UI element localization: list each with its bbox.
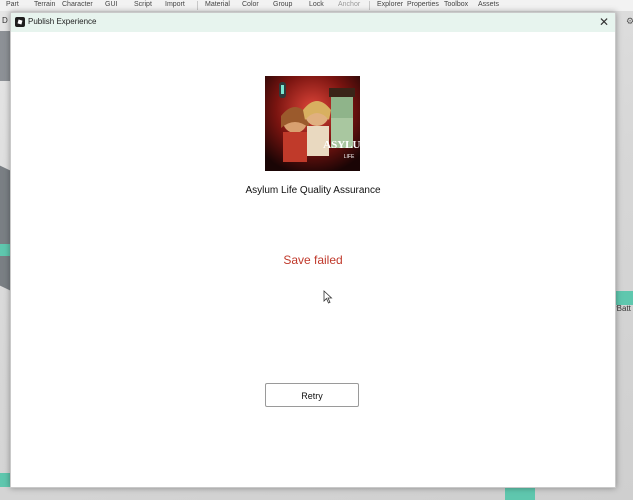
toolbar-color[interactable]: Color	[242, 1, 259, 8]
toolbar-group[interactable]: Group	[273, 1, 292, 8]
toolbar-explorer[interactable]: Explorer	[377, 1, 403, 8]
dialog-title: Publish Experience	[28, 17, 97, 26]
toolbar-lock[interactable]: Lock	[309, 1, 324, 8]
toolbar-material[interactable]: Material	[205, 1, 230, 8]
viewport-part	[613, 291, 633, 305]
toolbar-toolbox[interactable]: Toolbox	[444, 1, 468, 8]
viewport-part	[0, 31, 10, 81]
toolbar-properties[interactable]: Properties	[407, 1, 439, 8]
dialog-titlebar[interactable]: Publish Experience ✕	[11, 13, 615, 32]
toolbar-separator	[369, 1, 370, 10]
toolbar-gui[interactable]: GUI	[105, 1, 117, 8]
viewport-left-label: D	[2, 16, 8, 25]
toolbar-assets[interactable]: Assets	[478, 1, 499, 8]
viewport-part	[0, 473, 10, 487]
close-button[interactable]: ✕	[597, 15, 611, 29]
toolbar-import[interactable]: Import	[165, 1, 185, 8]
retry-button[interactable]: Retry	[265, 383, 359, 407]
toolbar-separator	[197, 1, 198, 10]
toolbar-anchor: Anchor	[338, 1, 361, 8]
toolbar-script[interactable]: Script	[134, 1, 152, 8]
experience-name: Asylum Life Quality Assurance	[245, 185, 381, 196]
thumbnail-title: ASYLUM	[323, 139, 360, 151]
thumbnail-subtitle: LIFE	[344, 154, 355, 160]
toolbar-character[interactable]: Character	[62, 1, 93, 8]
experience-thumbnail: ASYLUM LIFE	[265, 76, 360, 171]
viewport-label: rBatt	[614, 304, 631, 313]
close-icon: ✕	[598, 15, 610, 29]
viewport-part	[0, 151, 10, 291]
mouse-cursor-icon	[323, 290, 333, 304]
toolbar-terrain[interactable]: Terrain	[34, 1, 55, 8]
gear-icon[interactable]: ⚙	[626, 16, 633, 27]
viewport-part	[0, 244, 10, 256]
viewport-part	[505, 487, 535, 500]
roblox-studio-icon	[15, 17, 25, 27]
publish-dialog: Publish Experience ✕ ASYLU LIFE Asylum L…	[10, 12, 616, 488]
toolbar-part[interactable]: Part	[6, 1, 19, 8]
status-message: Save failed	[283, 253, 343, 267]
